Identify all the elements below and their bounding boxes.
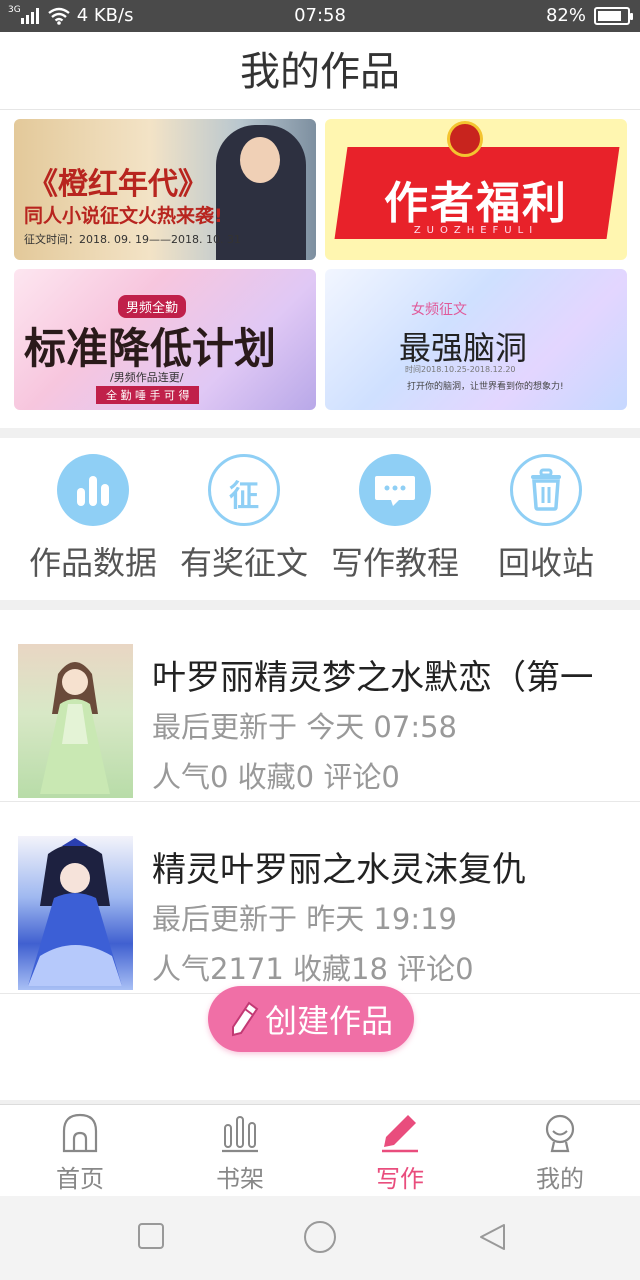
clock: 07:58 [294,5,346,26]
quick-action-label: 有奖征文 [179,544,308,582]
banner-title: 作者福利 [384,178,568,229]
banner-grid: 《橙红年代》 同人小说征文火热来袭! 征文时间：2018. 09. 19——20… [0,110,640,428]
tab-label: 写作 [376,1165,424,1193]
bar-chart-icon [57,454,129,526]
money-bag-icon [447,121,483,157]
banner-subtitle: /男频作品连更/ [110,371,184,384]
quick-action-label: 写作教程 [330,544,459,582]
chat-bubble-icon [359,454,431,526]
work-updated: 最后更新于 昨天 19:19 [152,902,458,936]
banner-standard-lowering[interactable]: 男频全勤 标准降低计划 /男频作品连更/ 全 勤 唾 手 可 得 [14,269,316,410]
tab-writing[interactable]: 写作 [320,1113,480,1194]
banner-author-welfare[interactable]: 作者福利 ZUOZHEFULI [325,119,627,260]
system-nav-bar [0,1196,640,1280]
banner-subtitle: ZUOZHEFULI [413,225,539,236]
banner-orange-era[interactable]: 《橙红年代》 同人小说征文火热来袭! 征文时间：2018. 09. 19——20… [14,119,316,260]
quick-action-works-data[interactable]: 作品数据 [18,454,168,584]
battery-icon [594,6,633,25]
tab-label: 我的 [536,1165,584,1193]
banner-brain-hole[interactable]: 女频征文 最强脑洞 时间2018.10.25-2018.12.20 打开你的脑洞… [325,269,627,410]
banner-subtitle: 同人小说征文火热来袭! [24,205,223,227]
recent-apps-icon[interactable] [137,1222,165,1250]
create-work-label: 创建作品 [264,1002,393,1040]
banner-title: 最强脑洞 [399,329,528,367]
contest-icon: 征 [208,454,280,526]
pen-icon [382,1115,418,1153]
banner-subtitle: 打开你的脑洞，让世界看到你的想象力! [407,382,564,392]
work-item[interactable]: 精灵叶罗丽之水灵沫复仇 最后更新于 昨天 19:19 人气2171 收藏18 评… [0,802,640,994]
quick-action-tutorial[interactable]: 写作教程 [320,454,470,584]
work-title: 叶罗丽精灵梦之水默恋（第一部） [152,658,592,692]
tab-home[interactable]: 首页 [0,1113,160,1194]
quick-action-recycle-bin[interactable]: 回收站 [471,454,621,584]
profile-icon [545,1114,575,1153]
status-right: 82% [545,5,633,26]
quick-action-label: 回收站 [497,544,594,582]
work-title: 精灵叶罗丽之水灵沫复仇 [152,850,526,884]
banner-title: 标准降低计划 [24,324,277,373]
tab-profile[interactable]: 我的 [480,1113,640,1194]
banner-tag: 女频征文 [411,302,467,318]
banner-detail: 时间2018.10.25-2018.12.20 [405,365,516,374]
home-icon [62,1113,98,1153]
bottom-tab-bar: 首页 书架 写作 我的 [0,1104,640,1196]
quick-actions: 作品数据 征 有奖征文 写作教程 回收站 [0,438,640,600]
banner-face-image [240,137,280,183]
battery-fill [598,10,621,21]
tab-label: 首页 [56,1165,104,1193]
home-circle-icon[interactable] [303,1220,337,1254]
banner-badge: 全 勤 唾 手 可 得 [96,386,200,404]
work-stats: 人气0 收藏0 评论0 [152,760,400,794]
page-title: 我的作品 [240,49,400,95]
work-cover-image [18,836,133,990]
title-bar: 我的作品 [0,32,640,110]
work-cover-image [18,644,133,798]
tab-label: 书架 [216,1165,264,1193]
quick-action-label: 作品数据 [28,544,157,582]
work-updated: 最后更新于 今天 07:58 [152,710,458,744]
tab-bookshelf[interactable]: 书架 [160,1113,320,1194]
work-stats: 人气2171 收藏18 评论0 [152,952,474,986]
status-bar: 3G 4 KB/s 07:58 82% [0,0,640,32]
banner-title: 《橙红年代》 [28,167,208,202]
trash-icon [510,454,582,526]
create-work-button[interactable]: 创建作品 [208,986,414,1052]
work-item[interactable]: 叶罗丽精灵梦之水默恋（第一部） 最后更新于 今天 07:58 人气0 收藏0 评… [0,610,640,802]
bookshelf-icon [222,1116,258,1153]
banner-detail: 征文时间：2018. 09. 19——2018. 10. 31 [24,233,241,246]
back-icon[interactable] [478,1222,506,1252]
pencil-icon [231,1001,259,1037]
quick-action-contest[interactable]: 征 有奖征文 [169,454,319,584]
battery-percent: 82% [545,5,586,26]
